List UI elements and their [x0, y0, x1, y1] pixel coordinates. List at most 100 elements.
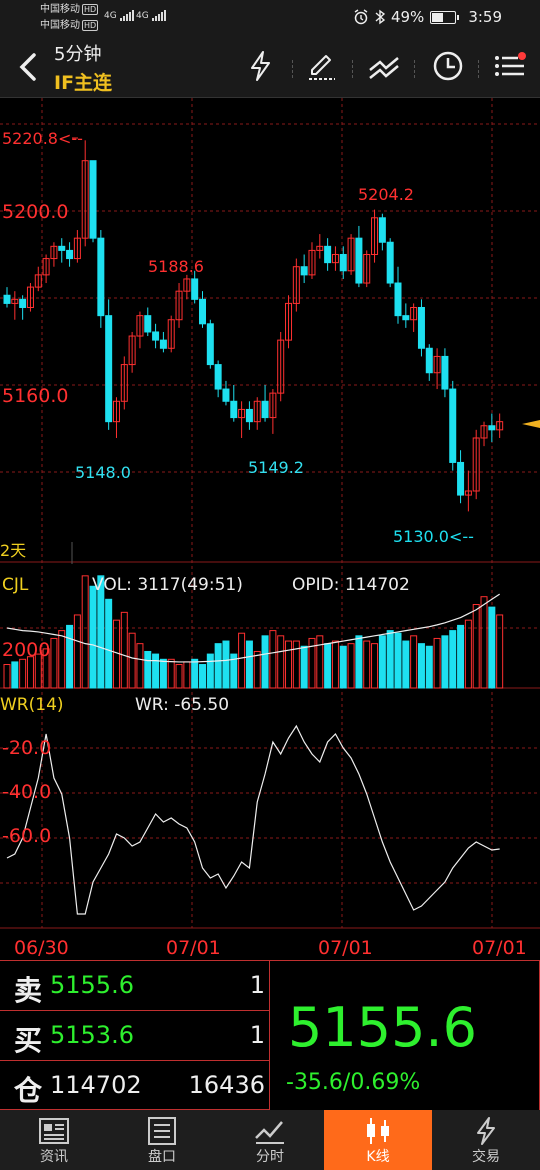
nav-trade[interactable]: 交易 — [432, 1110, 540, 1170]
indicator-lines-icon[interactable] — [366, 48, 402, 84]
volume-bar — [300, 645, 308, 689]
volume-bar — [402, 640, 410, 689]
candle-body — [386, 241, 394, 284]
volume-bar — [144, 650, 152, 689]
period-title: 5分钟 — [54, 44, 102, 65]
bid-volume: 1 — [249, 1021, 265, 1049]
candle-body — [441, 355, 449, 390]
last-price: 5155.6 — [288, 996, 477, 1059]
candle-body — [89, 160, 97, 239]
volume-bar — [261, 635, 269, 689]
price-extreme-label: 5188.6 — [148, 257, 204, 276]
volume-bar — [238, 632, 246, 689]
volume-bar — [66, 624, 74, 689]
lightning-icon[interactable] — [242, 48, 278, 84]
volume-bar — [371, 643, 379, 689]
volume-bar — [50, 637, 58, 689]
volume-bar — [480, 596, 488, 689]
price-extreme-label: 5148.0 — [75, 463, 131, 482]
candle-body — [300, 266, 308, 276]
volume-bar — [488, 606, 496, 689]
candle-body — [144, 315, 152, 333]
bid-row[interactable]: 买 5153.6 1 — [0, 1010, 270, 1060]
nav-news[interactable]: 资讯 — [0, 1110, 108, 1170]
volume-bar — [105, 598, 113, 689]
oi-change: 16436 — [188, 1071, 265, 1099]
ask-price: 5155.6 — [50, 971, 134, 999]
candlestick-icon — [367, 1118, 389, 1144]
price-axis-label: 5160.0 — [2, 385, 68, 407]
menu-list-icon[interactable] — [492, 48, 528, 84]
candle-body — [425, 347, 433, 374]
volume-bar — [245, 640, 253, 689]
open-interest-row: 仓 114702 16436 — [0, 1060, 270, 1110]
status-right: 49% 3:59 — [353, 8, 502, 26]
current-price-pointer — [522, 420, 540, 428]
carrier-2: 中国移动 HD — [40, 20, 99, 31]
bluetooth-icon — [375, 9, 385, 25]
volume-bar — [175, 664, 183, 689]
volume-bar — [449, 630, 457, 689]
volume-value: VOL: 3117(49:51) — [92, 575, 243, 595]
volume-axis-label: 2000 — [2, 639, 50, 661]
bid-price: 5153.6 — [50, 1021, 134, 1049]
price-axis-label: 5200.0 — [2, 201, 68, 223]
bid-label: 买 — [14, 1024, 43, 1057]
draw-pen-icon[interactable] — [304, 48, 340, 84]
header-separator — [478, 60, 479, 78]
nav-kline[interactable]: K线 — [324, 1110, 432, 1170]
kline-chart[interactable]: 5200.0 5160.0 5220.8<-- 5188.6 5204.2 5148.0 5… — [0, 98, 540, 960]
volume-bar — [441, 635, 449, 689]
volume-bar — [3, 664, 11, 689]
volume-bar — [206, 653, 214, 689]
candle-body — [191, 278, 199, 300]
volume-bar — [417, 643, 425, 689]
back-arrow-icon[interactable] — [14, 50, 42, 84]
candle-body — [159, 339, 167, 349]
bottom-nav: 资讯 盘口 分时 K线 交易 — [0, 1110, 540, 1170]
ask-row[interactable]: 卖 5155.6 1 — [0, 960, 270, 1010]
volume-bar — [410, 635, 418, 689]
clock-icon[interactable] — [430, 48, 466, 84]
volume-bar — [19, 658, 27, 689]
candle-body — [230, 400, 238, 419]
high-price-label: 5220.8<-- — [2, 129, 83, 148]
candle-body — [214, 364, 222, 390]
candle-body — [206, 323, 214, 366]
volume-bar — [355, 635, 363, 689]
nav-orderbook[interactable]: 盘口 — [108, 1110, 216, 1170]
clock: 3:59 — [468, 8, 502, 26]
volume-bar — [386, 630, 394, 689]
volume-bar — [331, 640, 339, 689]
nav-timeshare[interactable]: 分时 — [216, 1110, 324, 1170]
volume-bar — [324, 643, 332, 689]
timeshare-icon — [255, 1121, 284, 1144]
volume-bar — [191, 658, 199, 689]
candle-body — [488, 425, 496, 431]
volume-bar — [316, 635, 324, 689]
candle-body — [58, 245, 66, 251]
header-separator — [352, 60, 353, 78]
volume-bar — [394, 632, 402, 689]
volume-bar — [214, 643, 222, 689]
volume-bar — [277, 635, 285, 689]
candle-body — [222, 388, 230, 402]
open-interest-value: OPID: 114702 — [292, 575, 410, 595]
volume-bar — [58, 630, 66, 689]
ask-volume: 1 — [249, 971, 265, 999]
wr-line — [6, 724, 500, 915]
volume-bar — [81, 575, 89, 689]
contract-name[interactable]: IF主连 — [54, 68, 112, 95]
volume-bar — [253, 650, 261, 689]
candle-body — [394, 282, 402, 317]
oi-label: 仓 — [14, 1074, 43, 1107]
price-extreme-label: 5204.2 — [358, 185, 414, 204]
volume-bar — [464, 619, 472, 689]
wr-axis-label: -40.0 — [2, 781, 51, 803]
volume-bar — [269, 630, 277, 689]
volume-bar — [26, 656, 34, 689]
volume-bar — [199, 664, 206, 689]
orderbook-icon — [148, 1117, 176, 1145]
volume-bar — [120, 611, 128, 689]
volume-bar — [496, 614, 504, 689]
